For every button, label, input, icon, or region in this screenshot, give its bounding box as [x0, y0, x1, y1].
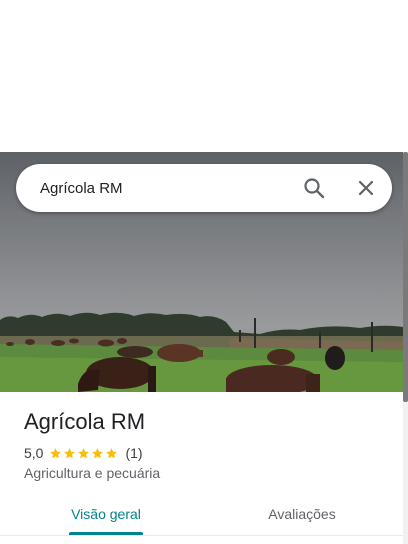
- star-icon: [64, 447, 76, 458]
- tab-overview[interactable]: Visão geral: [56, 496, 156, 536]
- rating-value: 5,0: [24, 445, 44, 461]
- rating-stars: [49, 447, 119, 460]
- search-icon: [304, 178, 325, 199]
- star-icon: [50, 447, 62, 458]
- review-count[interactable]: (1): [125, 445, 142, 461]
- star-icon: [78, 447, 90, 458]
- place-title: Agrícola RM: [24, 409, 146, 434]
- scrollbar-thumb[interactable]: [403, 152, 408, 402]
- search-input[interactable]: [40, 178, 280, 198]
- place-category[interactable]: Agricultura e pecuária: [24, 465, 160, 481]
- tabs-divider: [0, 535, 403, 536]
- close-button[interactable]: [354, 176, 378, 200]
- close-icon: [358, 180, 374, 196]
- star-icon: [106, 447, 118, 458]
- star-icon: [92, 447, 104, 458]
- rating-row[interactable]: 5,0 (1): [24, 444, 143, 462]
- tab-bar: Visão geral Avaliações: [0, 496, 403, 536]
- tab-reviews[interactable]: Avaliações: [246, 496, 358, 536]
- blank-top-area: [0, 0, 408, 152]
- search-button[interactable]: [302, 176, 326, 200]
- search-box[interactable]: [16, 164, 392, 212]
